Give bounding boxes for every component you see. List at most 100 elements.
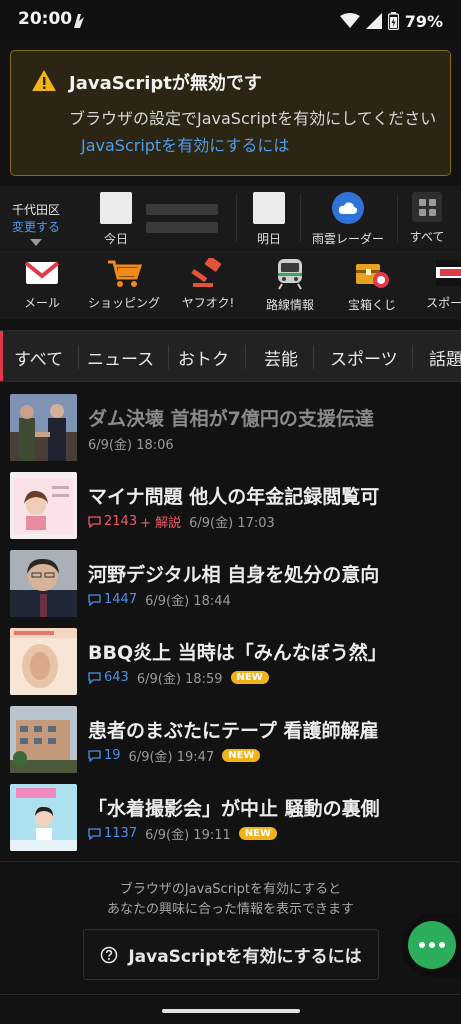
service-shopping[interactable]: ショッピング — [88, 258, 160, 311]
tab-topics[interactable]: 話題 — [429, 345, 461, 370]
comment-count[interactable]: 19 — [88, 748, 121, 763]
list-item[interactable]: BBQ炎上 当時は「みんなぼう然」 643 6/9(金) 18:59 NEW — [0, 628, 461, 706]
dot-icon — [439, 942, 445, 948]
news-thumbnail — [10, 472, 77, 539]
temp-low-placeholder — [146, 222, 218, 233]
comment-count[interactable]: 1447 — [88, 592, 137, 607]
location-change-link[interactable]: 変更する — [10, 218, 62, 235]
list-item[interactable]: ダム決壊 首相が7億円の支援伝達 6/9(金) 18:06 — [0, 394, 461, 472]
weather-today[interactable]: 今日 — [98, 192, 134, 247]
news-thumbnail — [10, 550, 77, 617]
services-bar: メール ショッピング ヤフオク! 路線情報 宝箱くじ スポーツ — [0, 251, 461, 319]
news-date: 6/9(金) 18:44 — [145, 594, 231, 609]
divider — [245, 345, 246, 369]
tab-all[interactable]: すべて — [14, 345, 63, 370]
category-tabs: すべて ニュース おトク 芸能 スポーツ 話題 — [0, 330, 461, 382]
comment-extra: + 解説 — [140, 516, 182, 531]
dot-icon — [429, 942, 435, 948]
news-date: 6/9(金) 19:47 — [128, 750, 215, 765]
train-icon — [278, 259, 302, 290]
rain-radar-label: 雨雲レーダー — [311, 232, 384, 246]
news-thumbnail — [10, 628, 77, 695]
list-item[interactable]: 河野デジタル相 自身を処分の意向 1447 6/9(金) 18:44 — [0, 550, 461, 628]
divider — [78, 345, 79, 369]
comment-count[interactable]: 2143 + 解説 — [88, 512, 181, 531]
status-bar: 20:00 79% — [0, 0, 461, 42]
note-line-1: ブラウザのJavaScriptを有効にすると — [119, 882, 342, 897]
battery-icon — [387, 12, 399, 30]
warning-body: ブラウザの設定でJavaScriptを有効にしてください JavaScriptを有… — [69, 105, 439, 159]
weather-tomorrow-label: 明日 — [256, 232, 281, 246]
tab-news[interactable]: ニュース — [87, 345, 154, 370]
signal-icon — [365, 13, 382, 29]
comment-number: 643 — [104, 670, 129, 685]
news-date: 6/9(金) 19:11 — [145, 828, 231, 843]
comment-number: 1447 — [104, 592, 138, 607]
javascript-warning: JavaScriptが無効です ブラウザの設定でJavaScriptを有効にして… — [10, 50, 451, 176]
divider — [412, 345, 413, 369]
news-thumbnail — [10, 394, 77, 461]
weather-all-button[interactable]: すべて — [405, 192, 449, 245]
news-title: 「水着撮影会」が中止 騒動の裏側 — [88, 798, 380, 820]
status-time: 20:00 — [18, 9, 73, 29]
service-sports[interactable]: スポーツ — [414, 258, 461, 311]
new-badge: NEW — [238, 827, 277, 840]
service-transit[interactable]: 路線情報 — [254, 258, 326, 313]
news-title: マイナ問題 他人の年金記録閲覧可 — [88, 486, 380, 508]
weather-bar: 千代田区 変更する 今日 明日 雨雲レーダー すべて — [0, 186, 461, 250]
news-meta: 1137 6/9(金) 19:11 NEW — [88, 824, 277, 843]
list-item[interactable]: 患者のまぶたにテープ 看護師解雇 19 6/9(金) 19:47 NEW — [0, 706, 461, 784]
warning-text: ブラウザの設定でJavaScriptを有効にしてください — [69, 109, 437, 128]
service-mail[interactable]: メール — [6, 258, 78, 311]
wifi-icon — [339, 13, 360, 28]
news-date: 6/9(金) 18:06 — [88, 438, 174, 453]
weather-tomorrow[interactable]: 明日 — [251, 192, 287, 247]
weather-all-label: すべて — [409, 230, 445, 244]
enable-js-button[interactable]: JavaScriptを有効にするには — [83, 929, 379, 980]
comment-number: 1137 — [104, 826, 138, 841]
weather-tomorrow-icon — [253, 192, 285, 224]
help-icon — [101, 946, 118, 963]
notification-icon — [74, 14, 84, 28]
mail-icon — [25, 261, 59, 284]
news-meta: 19 6/9(金) 19:47 NEW — [88, 746, 261, 765]
personalize-note: ブラウザのJavaScriptを有効にすると あなたの興味に合った情報を表示でき… — [0, 880, 461, 920]
service-treasure[interactable]: 宝箱くじ — [336, 258, 408, 313]
divider — [300, 194, 301, 242]
service-label: ヤフオク! — [181, 296, 235, 310]
warning-title: JavaScriptが無効です — [69, 73, 262, 94]
tab-sports[interactable]: スポーツ — [330, 345, 398, 370]
rain-radar-button[interactable]: 雨雲レーダー — [307, 192, 389, 247]
tab-deals[interactable]: おトク — [178, 345, 229, 370]
comment-icon — [88, 515, 101, 528]
temp-high-placeholder — [146, 204, 218, 215]
service-label: ショッピング — [88, 296, 161, 310]
cloud-icon — [332, 192, 364, 224]
enable-js-link[interactable]: JavaScriptを有効にするには — [81, 136, 289, 155]
news-meta: 643 6/9(金) 18:59 NEW — [88, 668, 269, 687]
list-item[interactable]: 「水着撮影会」が中止 騒動の裏側 1137 6/9(金) 19:11 NEW — [0, 784, 461, 862]
news-thumbnail — [10, 706, 77, 773]
comment-count[interactable]: 643 — [88, 670, 129, 685]
news-title: ダム決壊 首相が7億円の支援伝達 — [88, 408, 374, 430]
comment-icon — [88, 593, 101, 606]
comment-icon — [88, 749, 101, 762]
divider — [168, 345, 169, 369]
comment-icon — [88, 671, 101, 684]
service-auction[interactable]: ヤフオク! — [172, 258, 244, 311]
comment-number: 19 — [104, 748, 121, 763]
enable-js-button-label: JavaScriptを有効にするには — [128, 947, 362, 967]
more-menu-button[interactable] — [408, 921, 456, 969]
location-selector[interactable]: 千代田区 変更する — [10, 201, 62, 246]
status-icons: 79% — [339, 9, 443, 33]
news-meta: 2143 + 解説 6/9(金) 17:03 — [88, 512, 275, 531]
service-label: スポーツ — [426, 296, 461, 310]
home-gesture-handle[interactable] — [162, 1009, 300, 1013]
divider — [397, 194, 398, 242]
tab-entertainment[interactable]: 芸能 — [264, 345, 298, 370]
news-meta: 6/9(金) 18:06 — [88, 434, 174, 453]
comment-count[interactable]: 1137 — [88, 826, 137, 841]
news-date: 6/9(金) 18:59 — [136, 672, 223, 687]
weather-today-label: 今日 — [103, 232, 128, 246]
list-item[interactable]: マイナ問題 他人の年金記録閲覧可 2143 + 解説 6/9(金) 17:03 — [0, 472, 461, 550]
